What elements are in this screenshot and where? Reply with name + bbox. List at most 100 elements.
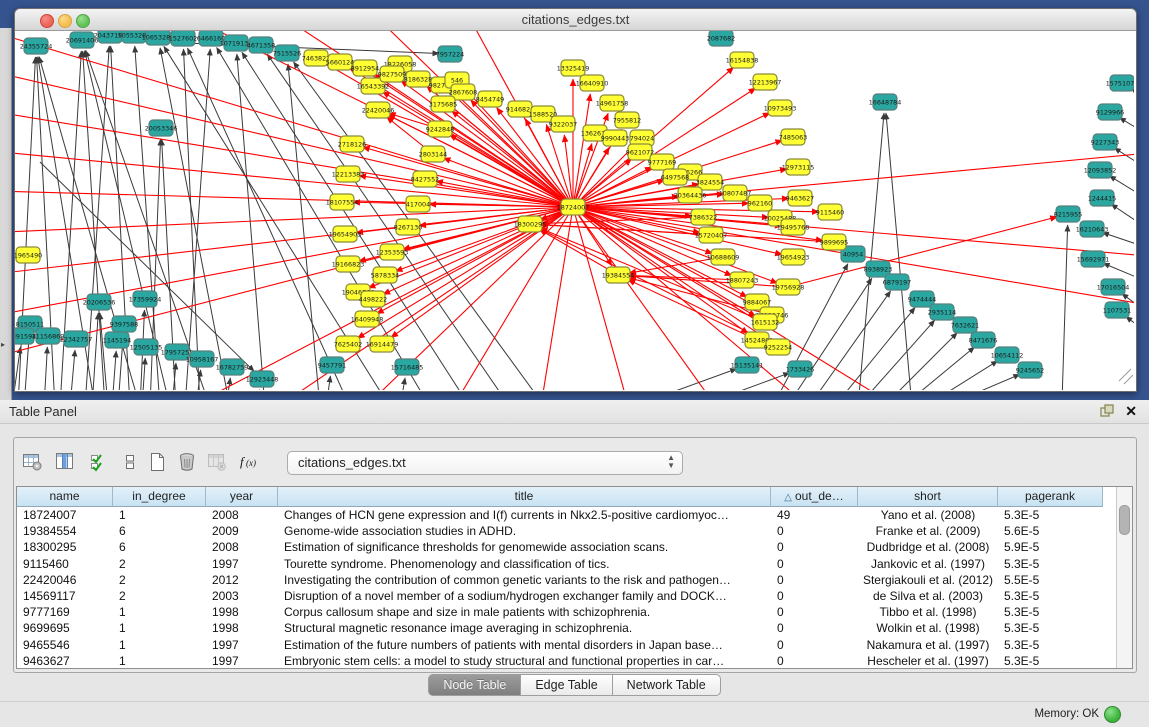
black-edge[interactable] <box>326 376 330 390</box>
column-header-name[interactable]: name <box>17 487 113 507</box>
network-node[interactable]: 7485063 <box>779 129 807 145</box>
network-node[interactable]: 18807243 <box>726 272 759 288</box>
network-node[interactable]: 15720407 <box>695 227 728 243</box>
black-edge[interactable] <box>1062 225 1068 390</box>
black-edge[interactable] <box>70 350 75 390</box>
table-row[interactable]: 969969511998Structural magnetic resonanc… <box>17 620 1103 636</box>
network-node[interactable]: 16640910 <box>576 75 609 91</box>
network-node[interactable]: 9457791 <box>318 357 346 373</box>
select-rows-icon[interactable] <box>88 451 110 473</box>
column-header-short[interactable]: short <box>858 487 998 507</box>
black-edge[interactable] <box>1114 148 1134 177</box>
black-edge[interactable] <box>135 46 160 390</box>
network-node[interactable]: 1527602 <box>169 31 197 46</box>
network-node[interactable]: 7515526 <box>273 45 301 61</box>
network-node[interactable]: 15692971 <box>1077 251 1110 267</box>
table-row[interactable]: 1938455462009Genome-wide association stu… <box>17 523 1103 539</box>
tab-network-table[interactable]: Network Table <box>613 674 721 696</box>
red-edge[interactable] <box>573 207 630 390</box>
network-node[interactable]: 19166823 <box>332 256 365 272</box>
network-node[interactable]: 4498222 <box>359 291 387 307</box>
collapsed-panel-strip[interactable]: ▸ <box>0 28 12 400</box>
black-edge[interactable] <box>1102 233 1134 252</box>
black-edge[interactable] <box>1126 317 1134 342</box>
network-node[interactable]: 19495768 <box>777 219 810 235</box>
network-node[interactable]: 15751074 <box>1106 75 1134 91</box>
network-node[interactable]: 16154838 <box>726 52 759 68</box>
black-edge[interactable] <box>908 347 975 390</box>
column-header-pagerank[interactable]: pagerank <box>998 487 1103 507</box>
network-node[interactable]: 18107554 <box>326 194 359 210</box>
network-node[interactable]: 9115460 <box>816 204 844 220</box>
network-node[interactable]: 12093852 <box>1084 162 1117 178</box>
network-node[interactable]: 9990443 <box>601 130 629 146</box>
table-row[interactable]: 1830029562008Estimation of significance … <box>17 539 1103 555</box>
column-header-year[interactable]: year <box>206 487 278 507</box>
network-node[interactable]: 2718126 <box>338 136 366 152</box>
black-edge[interactable] <box>44 347 47 390</box>
network-node[interactable]: 8454749 <box>476 91 504 107</box>
network-node[interactable]: 9252254 <box>764 339 792 355</box>
table-row[interactable]: 911546021997Tourette syndrome. Phenomeno… <box>17 556 1103 572</box>
network-node[interactable]: 9322037 <box>549 116 577 132</box>
tab-edge-table[interactable]: Edge Table <box>521 674 612 696</box>
network-node[interactable]: 22420046 <box>362 102 395 118</box>
network-node[interactable]: 9129966 <box>1096 104 1124 120</box>
red-edge[interactable] <box>788 217 1057 287</box>
table-row[interactable]: 946362711997Embryonic stem cells: a mode… <box>17 653 1103 669</box>
table-row[interactable]: 1456911722003Disruption of a novel membe… <box>17 588 1103 604</box>
network-node[interactable]: 12505135 <box>130 339 163 355</box>
network-node[interactable]: 1733426 <box>786 361 814 377</box>
network-node[interactable]: 8267130 <box>394 219 422 235</box>
network-node[interactable]: 18724007 <box>557 199 590 215</box>
network-node[interactable]: 1145194 <box>103 332 131 348</box>
delete-table-icon[interactable] <box>206 451 228 473</box>
network-node[interactable]: 7955812 <box>613 112 641 128</box>
network-node[interactable]: 15716485 <box>391 359 424 375</box>
network-node[interactable]: 3175685 <box>429 96 457 112</box>
black-edge[interactable] <box>400 378 405 390</box>
red-edge[interactable] <box>15 64 573 207</box>
network-node[interactable]: 12213383 <box>332 166 365 182</box>
network-node[interactable]: 9899695 <box>820 234 848 250</box>
black-edge[interactable] <box>1119 118 1134 142</box>
network-node[interactable]: 1965490 <box>15 247 42 263</box>
create-column-icon[interactable] <box>146 451 168 473</box>
network-node[interactable]: 7625402 <box>334 336 362 352</box>
black-edge[interactable] <box>1131 89 1134 107</box>
network-node[interactable]: 12923448 <box>246 371 279 387</box>
network-node[interactable]: 19384554 <box>602 267 635 283</box>
network-node[interactable]: 16210643 <box>1076 221 1109 237</box>
expand-panel-arrow-icon[interactable]: ▸ <box>1 340 5 349</box>
black-edge[interactable] <box>862 320 935 390</box>
network-node[interactable]: 1107531 <box>1103 302 1131 318</box>
column-header-in_degree[interactable]: in_degree <box>113 487 206 507</box>
black-edge[interactable] <box>812 291 891 390</box>
network-node[interactable]: 2087682 <box>707 31 735 46</box>
network-node[interactable]: 9397588 <box>110 316 138 332</box>
network-node[interactable]: 10654112 <box>991 347 1024 363</box>
network-node[interactable]: 10807487 <box>719 185 752 201</box>
close-panel-icon[interactable]: ✕ <box>1125 404 1137 418</box>
network-node[interactable]: 16914479 <box>366 336 399 352</box>
network-node[interactable]: 2935114 <box>928 304 956 320</box>
network-node[interactable]: 12973115 <box>782 159 815 175</box>
float-panel-icon[interactable] <box>1100 404 1115 423</box>
network-node[interactable]: 17016504 <box>1097 279 1130 295</box>
memory-status-indicator[interactable] <box>1104 706 1121 723</box>
network-canvas[interactable]: 2435572420691406204371981055328710653287… <box>15 31 1134 390</box>
network-node[interactable]: 12353593 <box>376 244 409 260</box>
network-node[interactable]: 6497568 <box>661 169 689 185</box>
table-row[interactable]: 1872400712008Changes of HCN gene express… <box>17 507 1103 523</box>
network-node[interactable]: 16782759 <box>216 359 249 375</box>
black-edge[interactable] <box>955 374 1020 390</box>
network-node[interactable]: 9777169 <box>648 154 676 170</box>
network-node[interactable]: 8215955 <box>1054 206 1082 222</box>
network-node[interactable]: 20206536 <box>83 294 116 310</box>
network-node[interactable]: 417004 <box>406 196 430 212</box>
black-edge[interactable] <box>112 351 116 390</box>
network-node[interactable]: 9463627 <box>786 190 814 206</box>
scrollbar-thumb[interactable] <box>1119 505 1130 535</box>
black-edge[interactable] <box>1111 204 1134 237</box>
network-node[interactable]: 1615132 <box>751 314 779 330</box>
